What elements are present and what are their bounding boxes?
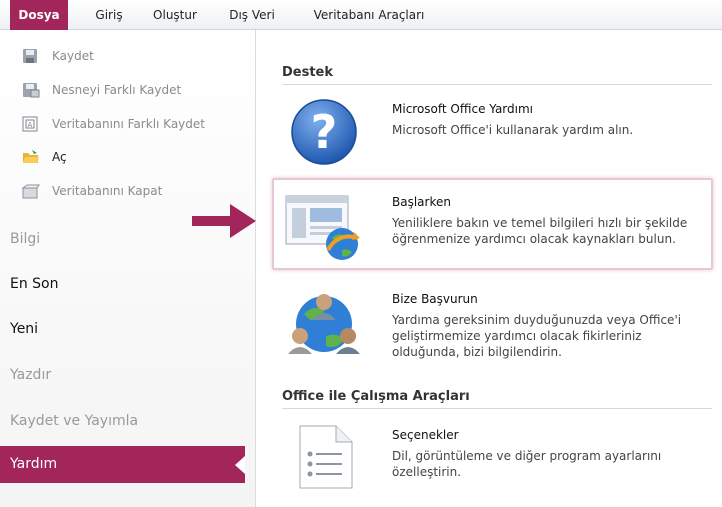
- contact-us-icon: [286, 284, 366, 372]
- getting-started-item[interactable]: Başlarken Yeniliklere bakın ve temel bil…: [282, 182, 712, 268]
- contact-us-item[interactable]: Bize Başvurun Yardıma gereksinim duyduğu…: [282, 280, 712, 376]
- ribbon-tab-bar: Dosya Giriş Oluştur Dış Veri Veritabanı …: [0, 0, 722, 30]
- nav-recent[interactable]: En Son: [10, 267, 250, 301]
- save-database-as-command[interactable]: A Veritabanını Farklı Kaydet: [22, 113, 205, 135]
- tools-heading: Office ile Çalışma Araçları: [282, 389, 470, 404]
- close-database-label: Veritabanını Kapat: [52, 184, 163, 198]
- contact-us-desc-line: geliştirmemize yardımcı olacak fikirleri…: [392, 329, 642, 343]
- save-command[interactable]: Kaydet: [22, 45, 94, 67]
- options-item[interactable]: Seçenekler Dil, görüntüleme ve diğer pro…: [282, 416, 712, 502]
- save-label: Kaydet: [52, 49, 94, 63]
- help-question-icon: ?: [288, 96, 360, 172]
- tab-create[interactable]: Oluştur: [145, 0, 205, 30]
- save-object-as-icon: [22, 82, 42, 98]
- options-desc-line: özelleştirin.: [392, 465, 462, 479]
- save-object-as-command[interactable]: Nesneyi Farklı Kaydet: [22, 79, 181, 101]
- options-desc: Dil, görüntüleme ve diğer program ayarla…: [392, 448, 712, 480]
- nav-print[interactable]: Yazdır: [10, 358, 250, 392]
- getting-started-desc-line: Yeniliklere bakın ve temel bilgileri hız…: [392, 216, 688, 230]
- office-help-desc: Microsoft Office'i kullanarak yardım alı…: [392, 123, 634, 137]
- nav-new[interactable]: Yeni: [10, 312, 250, 346]
- options-desc-line: Dil, görüntüleme ve diğer program ayarla…: [392, 449, 662, 463]
- close-database-command[interactable]: Veritabanını Kapat: [21, 180, 163, 202]
- selection-notch: [235, 456, 245, 474]
- office-help-title: Microsoft Office Yardımı: [392, 102, 533, 116]
- contact-us-title: Bize Başvurun: [392, 292, 478, 306]
- open-folder-icon: [22, 149, 42, 165]
- svg-text:?: ?: [311, 105, 338, 159]
- office-help-item[interactable]: ? Microsoft Office Yardımı Microsoft Off…: [282, 92, 712, 172]
- options-title: Seçenekler: [392, 428, 459, 442]
- getting-started-desc: Yeniliklere bakın ve temel bilgileri hız…: [392, 215, 712, 247]
- tab-external-data[interactable]: Dış Veri: [226, 0, 278, 30]
- section-divider: [282, 408, 712, 409]
- section-divider: [282, 84, 712, 85]
- contact-us-desc-line: olduğunda, bizi bilgilendirin.: [392, 345, 562, 359]
- getting-started-title: Başlarken: [392, 195, 451, 209]
- getting-started-desc-line: öğrenmenize yardımcı olacak kaynakları b…: [392, 232, 676, 246]
- save-icon: [22, 48, 42, 64]
- save-object-as-label: Nesneyi Farklı Kaydet: [52, 83, 182, 97]
- open-label: Aç: [52, 150, 67, 164]
- backstage-sidebar: Kaydet Nesneyi Farklı Kaydet A Veritaban…: [0, 30, 256, 507]
- svg-text:A: A: [28, 121, 33, 129]
- support-heading: Destek: [282, 65, 334, 80]
- pointer-arrow-icon: [192, 204, 256, 238]
- contact-us-desc-line: Yardıma gereksinim duyduğunuzda veya Off…: [392, 313, 682, 327]
- open-command[interactable]: Aç: [22, 146, 67, 168]
- tab-database-tools[interactable]: Veritabanı Araçları: [300, 0, 438, 30]
- nav-help[interactable]: Yardım: [0, 446, 245, 483]
- options-icon: [296, 424, 356, 494]
- getting-started-icon: [284, 192, 366, 268]
- tab-home[interactable]: Giriş: [88, 0, 130, 30]
- save-database-as-icon: A: [22, 116, 42, 132]
- tab-file[interactable]: Dosya: [10, 0, 68, 30]
- nav-save-publish[interactable]: Kaydet ve Yayımla: [10, 404, 250, 438]
- contact-us-desc: Yardıma gereksinim duyduğunuzda veya Off…: [392, 312, 712, 360]
- save-database-as-label: Veritabanını Farklı Kaydet: [52, 117, 205, 131]
- close-database-icon: [21, 183, 42, 199]
- nav-help-label: Yardım: [10, 456, 58, 472]
